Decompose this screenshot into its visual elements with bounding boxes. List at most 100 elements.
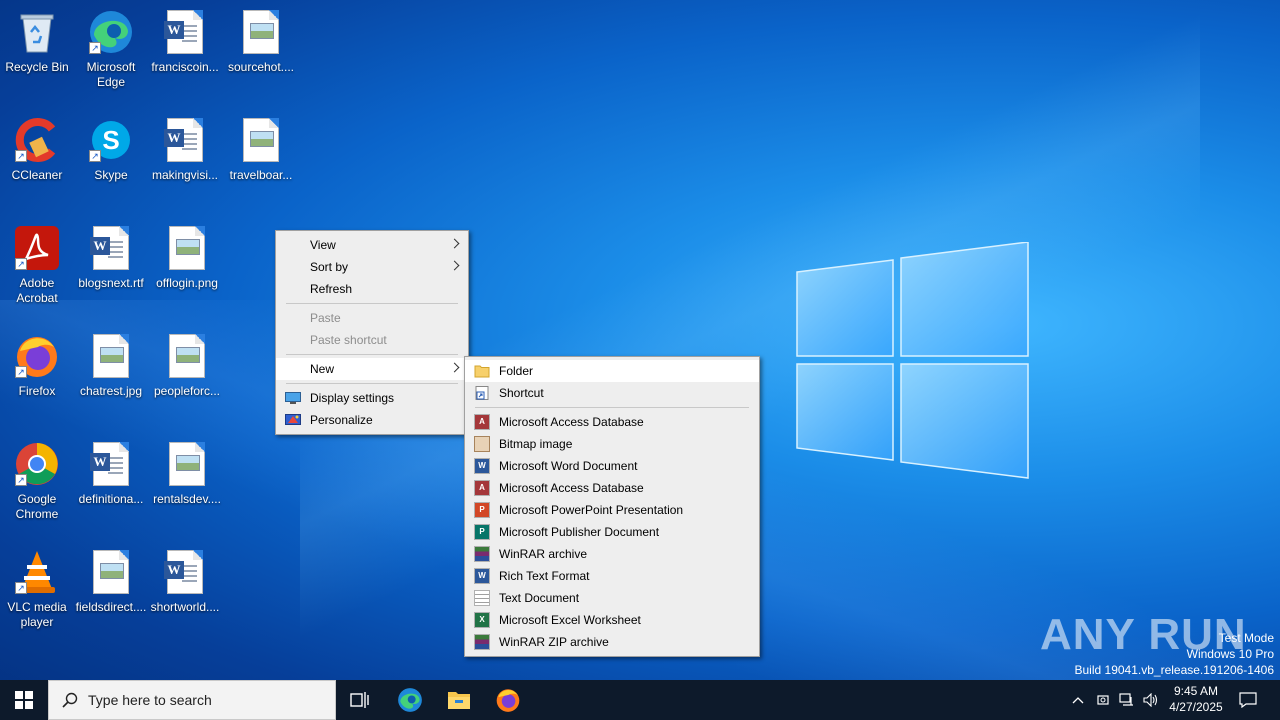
desktop-icon-word-file[interactable]: W definitiona... [73, 440, 149, 507]
menu-item-label: Microsoft PowerPoint Presentation [499, 503, 684, 517]
desktop-icon-label: offlogin.png [156, 276, 218, 290]
menu-item-refresh[interactable]: Refresh [276, 278, 468, 300]
desktop-icon-label: Firefox [18, 384, 56, 398]
desktop-icon-label: chatrest.jpg [79, 384, 143, 398]
menu-item-label: Paste [310, 311, 341, 325]
file-explorer-icon [448, 692, 470, 709]
svg-text:S: S [102, 125, 119, 155]
menu-item-paste-shortcut: Paste shortcut [276, 329, 468, 351]
submenu-item-winrar-archive[interactable]: WinRAR archive [465, 543, 759, 565]
access-icon: A [474, 480, 490, 496]
desktop-icon-image-file[interactable]: chatrest.jpg [73, 332, 149, 399]
desktop-icon-edge[interactable]: ↗ Microsoft Edge [73, 8, 149, 90]
desktop-icon-label: makingvisi... [151, 168, 219, 182]
shortcut-arrow-icon: ↗ [89, 42, 101, 54]
folder-icon [474, 365, 490, 378]
desktop-icon-word-file[interactable]: W shortworld.... [147, 548, 223, 615]
taskbar-clock[interactable]: 9:45 AM 4/27/2025 [1163, 683, 1229, 715]
desktop-icon-label: CCleaner [11, 168, 63, 182]
volume-button[interactable] [1141, 680, 1161, 720]
taskbar-firefox-button[interactable] [484, 680, 532, 720]
desktop-icon-adobe-acrobat[interactable]: ↗ Adobe Acrobat [0, 224, 75, 306]
chevron-right-icon [449, 260, 460, 271]
desktop-icon-image-file[interactable]: peopleforc... [149, 332, 225, 399]
image-file-icon [163, 224, 211, 272]
acrobat-icon: ↗ [13, 224, 61, 272]
submenu-item-access-database[interactable]: A Microsoft Access Database [465, 411, 759, 433]
desktop-icon-label: Google Chrome [15, 492, 59, 521]
submenu-item-shortcut[interactable]: Shortcut [465, 382, 759, 404]
desktop-icon-image-file[interactable]: sourcehot.... [223, 8, 299, 75]
submenu-item-access-database-2[interactable]: A Microsoft Access Database [465, 477, 759, 499]
desktop-icon-image-file[interactable]: travelboar... [223, 116, 299, 183]
desktop-icon-label: definitiona... [78, 492, 144, 506]
chevron-right-icon [449, 238, 460, 249]
menu-item-display-settings[interactable]: Display settings [276, 387, 468, 409]
desktop-icon-skype[interactable]: S ↗ Skype [73, 116, 149, 183]
image-file-icon [163, 440, 211, 488]
menu-separator [286, 303, 458, 304]
desktop-icon-label: travelboar... [229, 168, 293, 182]
menu-item-view[interactable]: View [276, 234, 468, 256]
taskbar-search-box[interactable]: Type here to search [48, 680, 336, 720]
desktop-icon-image-file[interactable]: rentalsdev.... [149, 440, 225, 507]
excel-icon: X [474, 612, 490, 628]
desktop-icon-word-file[interactable]: W blogsnext.rtf [73, 224, 149, 291]
show-hidden-icons-button[interactable] [1068, 680, 1088, 720]
menu-item-label: WinRAR archive [499, 547, 588, 561]
submenu-item-word-document[interactable]: W Microsoft Word Document [465, 455, 759, 477]
menu-item-personalize[interactable]: Personalize [276, 409, 468, 431]
taskbar-edge-button[interactable] [386, 680, 434, 720]
menu-item-label: Paste shortcut [310, 333, 387, 347]
submenu-item-folder[interactable]: Folder [465, 360, 759, 382]
start-button[interactable] [0, 680, 48, 720]
edge-icon: ↗ [87, 8, 135, 56]
desktop-icon-label: VLC media player [7, 600, 67, 629]
menu-item-label: View [310, 238, 336, 252]
menu-item-label: Microsoft Excel Worksheet [499, 613, 641, 627]
publisher-icon: P [474, 524, 490, 540]
menu-item-new[interactable]: New [276, 358, 468, 380]
word-doc-icon: W [161, 8, 209, 56]
new-submenu: Folder Shortcut A Microsoft Access Datab… [464, 356, 760, 657]
submenu-item-bitmap-image[interactable]: Bitmap image [465, 433, 759, 455]
desktop-icon-recycle-bin[interactable]: Recycle Bin [0, 8, 75, 75]
submenu-item-rich-text-format[interactable]: W Rich Text Format [465, 565, 759, 587]
menu-item-label: Microsoft Word Document [499, 459, 638, 473]
desktop-icon-vlc[interactable]: ↗ VLC media player [0, 548, 75, 630]
skype-icon: S ↗ [87, 116, 135, 164]
desktop-icon-word-file[interactable]: W franciscoin... [147, 8, 223, 75]
action-center-button[interactable] [1234, 680, 1262, 720]
notification-icon [1239, 692, 1257, 708]
desktop-icon-word-file[interactable]: W makingvisi... [147, 116, 223, 183]
desktop-icon-firefox[interactable]: ↗ Firefox [0, 332, 75, 399]
menu-item-sort-by[interactable]: Sort by [276, 256, 468, 278]
taskbar: Type here to search 9:45 AM 4/27/2025 [0, 680, 1280, 720]
desktop-icon-image-file[interactable]: fieldsdirect.... [73, 548, 149, 615]
menu-item-label: Rich Text Format [499, 569, 590, 583]
submenu-item-excel-worksheet[interactable]: X Microsoft Excel Worksheet [465, 609, 759, 631]
word-doc-icon: W [87, 440, 135, 488]
submenu-item-publisher-document[interactable]: P Microsoft Publisher Document [465, 521, 759, 543]
network-button[interactable] [1117, 680, 1137, 720]
recycle-bin-icon [13, 8, 61, 56]
word-doc-icon: W [161, 116, 209, 164]
submenu-item-winrar-zip-archive[interactable]: WinRAR ZIP archive [465, 631, 759, 653]
menu-item-label: New [310, 362, 335, 376]
shortcut-arrow-icon: ↗ [15, 366, 27, 378]
watermark-line: Test Mode [1218, 631, 1274, 645]
word-doc-icon: W [87, 224, 135, 272]
desktop-icon-image-file[interactable]: offlogin.png [149, 224, 225, 291]
desktop-icon-google-chrome[interactable]: ↗ Google Chrome [0, 440, 75, 522]
task-view-button[interactable] [336, 680, 384, 720]
tray-app-button[interactable] [1094, 680, 1112, 720]
submenu-item-text-document[interactable]: Text Document [465, 587, 759, 609]
desktop-icon-ccleaner[interactable]: ↗ CCleaner [0, 116, 75, 183]
shortcut-arrow-icon: ↗ [15, 582, 27, 594]
submenu-item-powerpoint-presentation[interactable]: P Microsoft PowerPoint Presentation [465, 499, 759, 521]
tray-device-icon [1097, 695, 1109, 705]
firefox-icon: ↗ [13, 332, 61, 380]
image-file-icon [163, 332, 211, 380]
menu-separator [286, 383, 458, 384]
taskbar-file-explorer-button[interactable] [435, 680, 483, 720]
